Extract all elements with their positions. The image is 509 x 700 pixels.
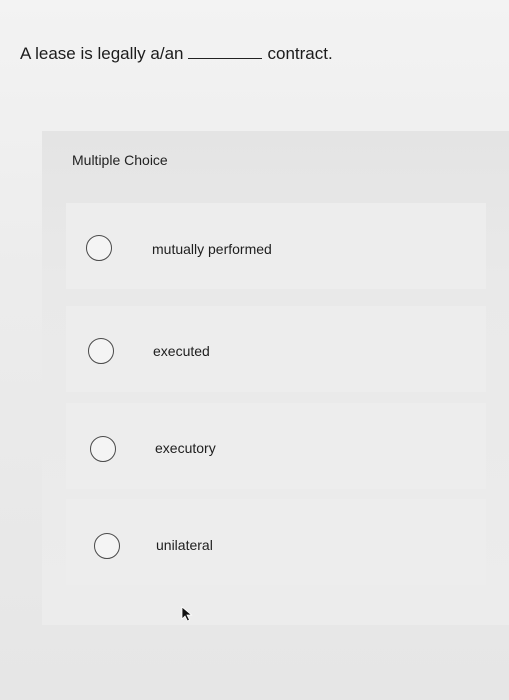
radio-empty-icon[interactable] <box>90 436 116 462</box>
radio-empty-icon[interactable] <box>94 533 120 559</box>
option-executory[interactable]: executory <box>66 403 486 489</box>
option-mutually-performed[interactable]: mutually performed <box>66 203 486 289</box>
mouse-pointer-icon <box>181 606 193 622</box>
question-suffix: contract. <box>267 44 333 63</box>
option-executed[interactable]: executed <box>66 306 486 392</box>
option-label: executed <box>153 343 210 359</box>
option-label: mutually performed <box>152 241 272 257</box>
radio-empty-icon[interactable] <box>88 338 114 364</box>
multiple-choice-label: Multiple Choice <box>72 152 168 168</box>
radio-empty-icon[interactable] <box>86 235 112 261</box>
answer-blank <box>187 46 262 59</box>
option-unilateral[interactable]: unilateral <box>66 499 486 585</box>
option-label: unilateral <box>156 537 213 553</box>
question-prefix: A lease is legally a/an <box>20 44 184 63</box>
option-label: executory <box>155 440 216 456</box>
question-text: A lease is legally a/an contract. <box>20 44 333 64</box>
multiple-choice-card: Multiple Choice mutually performed execu… <box>42 131 509 625</box>
